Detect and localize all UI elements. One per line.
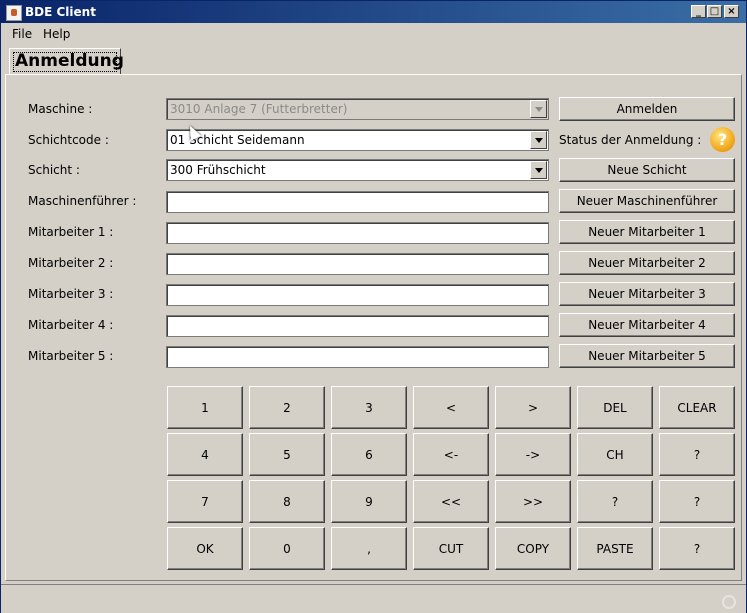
keypad-key-r4-c7[interactable]: ?: [659, 527, 735, 570]
keypad-key-r4-c2[interactable]: 0: [249, 527, 325, 570]
maschinenfuehrer-input[interactable]: [166, 191, 549, 213]
chevron-down-icon[interactable]: [530, 161, 547, 179]
title-bar: BDE Client _ □ ×: [1, 1, 746, 23]
chevron-down-icon[interactable]: [530, 131, 547, 149]
mitarbeiter-3-input[interactable]: [166, 284, 549, 306]
keypad-key-r3-c4[interactable]: <<: [413, 480, 489, 523]
maschine-select[interactable]: 3010 Anlage 7 (Futterbretter): [166, 98, 549, 120]
schicht-select[interactable]: 300 Frühschicht: [166, 159, 549, 181]
keypad-key-r4-c6[interactable]: PASTE: [577, 527, 653, 570]
busy-indicator-icon: [722, 595, 736, 609]
keypad-key-r3-c5[interactable]: >>: [495, 480, 571, 523]
neuer-mitarbeiter-5-button[interactable]: Neuer Mitarbeiter 5: [559, 344, 735, 368]
neuer-mitarbeiter-1-button[interactable]: Neuer Mitarbeiter 1: [559, 220, 735, 244]
keypad-key-r1-c1[interactable]: 1: [167, 386, 243, 429]
tab-strip: Anmeldung: [1, 44, 746, 75]
schichtcode-label: Schichtcode :: [28, 133, 109, 147]
schichtcode-select[interactable]: 01 Schicht Seidemann: [166, 129, 549, 151]
schicht-value: 300 Frühschicht: [170, 163, 266, 177]
keypad-key-r1-c3[interactable]: 3: [331, 386, 407, 429]
keypad-key-r4-c5[interactable]: COPY: [495, 527, 571, 570]
keypad-key-r1-c6[interactable]: DEL: [577, 386, 653, 429]
mitarbeiter-5-label: Mitarbeiter 5 :: [28, 349, 114, 363]
keypad-key-r2-c1[interactable]: 4: [167, 433, 243, 476]
menu-bar: File Help: [1, 24, 746, 44]
minimize-button[interactable]: _: [691, 5, 706, 18]
keypad-key-r2-c5[interactable]: ->: [495, 433, 571, 476]
tab-anmeldung-label: Anmeldung: [15, 51, 124, 71]
mitarbeiter-4-label: Mitarbeiter 4 :: [28, 318, 114, 332]
schicht-label: Schicht :: [28, 163, 80, 177]
tab-anmeldung[interactable]: Anmeldung: [9, 48, 124, 75]
keypad-key-r1-c7[interactable]: CLEAR: [659, 386, 735, 429]
close-button[interactable]: ×: [724, 5, 739, 18]
app-window: BDE Client _ □ × File Help Anmeldung Mas…: [0, 0, 747, 613]
mitarbeiter-2-label: Mitarbeiter 2 :: [28, 256, 114, 270]
keypad-key-r4-c1[interactable]: OK: [167, 527, 243, 570]
chevron-down-icon[interactable]: [530, 100, 547, 118]
keypad-key-r3-c6[interactable]: ?: [577, 480, 653, 523]
maschine-value: 3010 Anlage 7 (Futterbretter): [170, 102, 348, 116]
anmelden-button[interactable]: Anmelden: [559, 97, 735, 121]
status-label: Status der Anmeldung :: [559, 133, 702, 147]
keypad-key-r1-c5[interactable]: >: [495, 386, 571, 429]
keypad-key-r4-c4[interactable]: CUT: [413, 527, 489, 570]
keypad-key-r3-c2[interactable]: 8: [249, 480, 325, 523]
menu-help[interactable]: Help: [43, 27, 70, 41]
java-app-icon: [6, 5, 22, 21]
menu-file[interactable]: File: [12, 27, 32, 41]
keypad-key-r4-c3[interactable]: ,: [331, 527, 407, 570]
keypad-key-r1-c4[interactable]: <: [413, 386, 489, 429]
keypad-key-r2-c4[interactable]: <-: [413, 433, 489, 476]
keypad-key-r2-c2[interactable]: 5: [249, 433, 325, 476]
neuer-mitarbeiter-2-button[interactable]: Neuer Mitarbeiter 2: [559, 251, 735, 275]
status-bar: [1, 584, 746, 613]
status-question-icon: ?: [710, 127, 735, 152]
keypad-key-r3-c3[interactable]: 9: [331, 480, 407, 523]
mitarbeiter-1-input[interactable]: [166, 222, 549, 244]
window-title: BDE Client: [25, 5, 96, 19]
keypad-key-r3-c7[interactable]: ?: [659, 480, 735, 523]
mitarbeiter-1-label: Mitarbeiter 1 :: [28, 225, 114, 239]
neuer-mitarbeiter-3-button[interactable]: Neuer Mitarbeiter 3: [559, 282, 735, 306]
mitarbeiter-2-input[interactable]: [166, 253, 549, 275]
neue-schicht-button[interactable]: Neue Schicht: [559, 158, 735, 182]
keypad-key-r2-c6[interactable]: CH: [577, 433, 653, 476]
keypad-key-r3-c1[interactable]: 7: [167, 480, 243, 523]
mitarbeiter-5-input[interactable]: [166, 346, 549, 368]
mitarbeiter-3-label: Mitarbeiter 3 :: [28, 287, 114, 301]
keypad-key-r2-c3[interactable]: 6: [331, 433, 407, 476]
neuer-mitarbeiter-4-button[interactable]: Neuer Mitarbeiter 4: [559, 313, 735, 337]
maschine-label: Maschine :: [28, 102, 93, 116]
mitarbeiter-4-input[interactable]: [166, 315, 549, 337]
keypad-key-r2-c7[interactable]: ?: [659, 433, 735, 476]
maximize-button[interactable]: □: [707, 5, 722, 18]
neuer-maschinenfuehrer-button[interactable]: Neuer Maschinenführer: [559, 189, 735, 213]
maschinenfuehrer-label: Maschinenführer :: [28, 194, 137, 208]
keypad-key-r1-c2[interactable]: 2: [249, 386, 325, 429]
